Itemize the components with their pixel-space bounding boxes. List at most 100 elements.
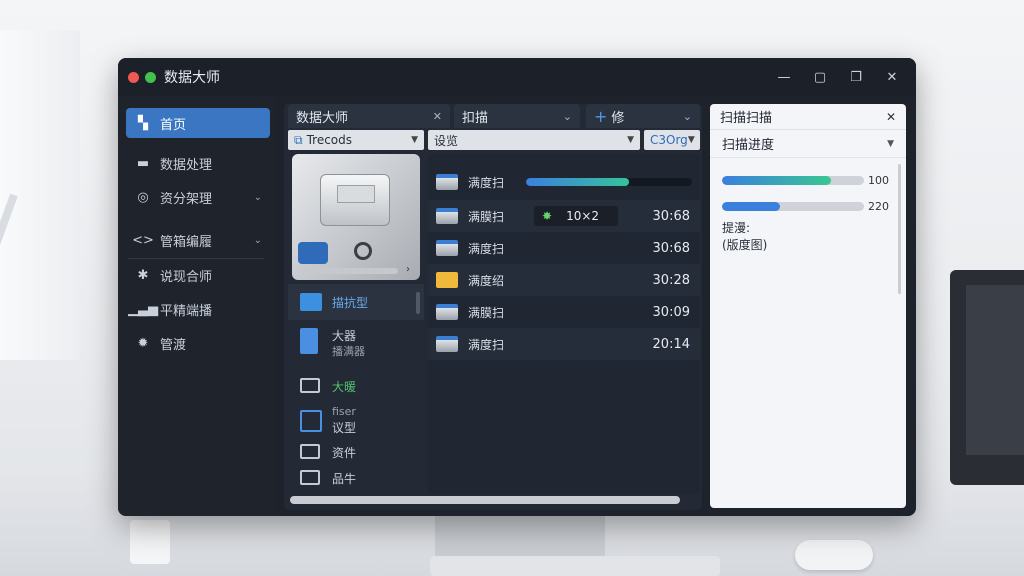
- tab-scan[interactable]: 扣描 ⌄: [454, 104, 580, 128]
- list-item[interactable]: 品牛: [288, 470, 424, 487]
- tab-data-master[interactable]: 数据大师 ✕: [288, 104, 450, 128]
- table-row[interactable]: 满度扫: [428, 166, 700, 198]
- copy-icon: ⧉: [294, 132, 303, 147]
- target-icon: ◎: [137, 189, 149, 205]
- chevron-down-icon: ▼: [411, 135, 418, 145]
- list-item[interactable]: 大器 播满器: [288, 328, 424, 360]
- row-progress-bar: [526, 178, 692, 186]
- folder-icon: [300, 378, 320, 393]
- row-value: 30:68: [652, 240, 690, 256]
- list-item[interactable]: 大暖: [288, 378, 424, 395]
- drive-icon: [436, 304, 458, 320]
- panel-title: 扫描扫描: [720, 111, 773, 126]
- close-button[interactable]: ✕: [884, 70, 900, 85]
- table-row[interactable]: 满度扫 30:68: [428, 232, 700, 264]
- org-dropdown[interactable]: C3Org ▼: [644, 130, 700, 150]
- sidebar-item-platform[interactable]: ▁▃▅ 平精端播: [126, 294, 270, 324]
- file-list-scrollbar[interactable]: [416, 292, 420, 314]
- window-controls: — ▢ ❐ ✕: [776, 70, 900, 85]
- sidebar-item-home[interactable]: ▚ 首页: [126, 108, 270, 138]
- background-mouse: [795, 540, 873, 570]
- dropdown-label: C3Org: [650, 133, 688, 147]
- records-dropdown[interactable]: ⧉ Trecods ▼: [288, 130, 424, 150]
- panel-scrollbar[interactable]: [898, 164, 901, 294]
- sidebar: ▚ 首页 ▬ 数据处理 ◎ 资分架理 ⌄ <> 管箱编履 ⌄ ✱ 说现合师 ▁▃…: [118, 96, 276, 516]
- sidebar-item-label: 平精端播: [160, 303, 213, 319]
- sidebar-item-settings[interactable]: ✹ 管渡: [126, 328, 270, 358]
- background-monitor-screen: [966, 285, 1024, 455]
- gear-icon: ✱: [137, 267, 149, 283]
- note-line: 提漫:: [722, 221, 751, 235]
- star-icon: ✸: [542, 209, 553, 223]
- sidebar-item-data[interactable]: ▬ 数据处理: [126, 148, 270, 178]
- sidebar-item-label: 首页: [160, 117, 187, 133]
- sidebar-item-manage[interactable]: <> 管箱编履 ⌄: [126, 225, 270, 255]
- horizontal-scrollbar[interactable]: [290, 496, 680, 504]
- view-dropdown[interactable]: 设览 ▼: [428, 130, 640, 150]
- list-item[interactable]: 描抗型: [288, 284, 424, 320]
- row-value: 30:28: [652, 272, 690, 288]
- dropdown-label: 设览: [434, 133, 459, 148]
- file-label: fiser: [332, 405, 356, 418]
- progress-fill: [722, 176, 832, 185]
- zoom-dot[interactable]: [145, 71, 156, 83]
- window-traffic-lights: [128, 71, 156, 83]
- preview-scrollbar[interactable]: [302, 268, 398, 274]
- row-value: 30:09: [652, 304, 690, 320]
- background-monitor-stand: [435, 512, 605, 558]
- table-row[interactable]: 满度扫 20:14: [428, 328, 700, 360]
- panel-progress-bar: [722, 176, 864, 185]
- dropdown-label: 扫描进度: [722, 138, 775, 153]
- drive-preview: ›: [292, 154, 420, 280]
- drive-icon: [436, 208, 458, 224]
- maximize-button[interactable]: ▢: [812, 70, 828, 85]
- background-cup: [130, 520, 170, 564]
- note-line: (版度图): [722, 238, 768, 252]
- scan-list: 满度扫 满膜扫 ✸ 10×2 30:68 满度扫 30:68 满度绍 30:28…: [428, 154, 700, 494]
- row-name: 满度扫: [468, 241, 505, 256]
- sidebar-item-label: 数据处理: [160, 157, 213, 173]
- scan-progress-dropdown[interactable]: 扫描进度 ▼: [710, 130, 906, 158]
- row-name: 满度扫: [468, 175, 505, 190]
- chevron-down-icon: ⌄: [253, 191, 262, 203]
- home-icon: ▚: [138, 115, 148, 131]
- file-sublabel: 议型: [332, 421, 357, 435]
- chevron-right-icon[interactable]: ›: [406, 264, 410, 275]
- sidebar-item-label: 资分架理: [160, 191, 213, 207]
- chevron-down-icon: ▼: [627, 135, 634, 145]
- drive-badge-icon: [298, 242, 328, 264]
- list-item[interactable]: 资件: [288, 444, 424, 461]
- chevron-down-icon: ▼: [887, 138, 894, 149]
- title-bar: 数据大师 — ▢ ❐ ✕: [118, 58, 916, 96]
- file-sublabel: 播满器: [332, 345, 365, 358]
- hard-drive-icon: [320, 174, 390, 226]
- close-dot[interactable]: [128, 71, 139, 83]
- restore-button[interactable]: ❐: [848, 70, 864, 85]
- row-name: 满度绍: [468, 273, 505, 288]
- sidebar-item-resources[interactable]: ◎ 资分架理 ⌄: [126, 182, 270, 212]
- progress-value: 100: [868, 174, 889, 187]
- chart-icon: ▁▃▅: [128, 301, 158, 317]
- ring-icon: [354, 242, 372, 260]
- chevron-down-icon: ⌄: [682, 109, 692, 123]
- chevron-down-icon: ▼: [687, 135, 695, 145]
- list-item[interactable]: fiser 议型: [288, 404, 424, 436]
- close-icon[interactable]: ✕: [886, 110, 896, 124]
- background-keyboard: [430, 556, 720, 576]
- sidebar-item-service[interactable]: ✱ 说现合师: [126, 260, 270, 290]
- folder-icon: [300, 470, 320, 485]
- table-row[interactable]: 满膜扫 ✸ 10×2 30:68: [428, 200, 700, 232]
- panel-progress-row: 100: [722, 174, 890, 187]
- close-icon[interactable]: ✕: [433, 110, 442, 123]
- tab-add[interactable]: + 修 ⌄: [586, 104, 700, 128]
- sidebar-divider: [128, 258, 264, 259]
- table-row[interactable]: 满膜扫 30:09: [428, 296, 700, 328]
- sidebar-item-label: 管箱编履: [160, 234, 213, 250]
- folder-icon: ▬: [136, 155, 150, 171]
- code-icon: <>: [132, 232, 154, 248]
- tab-label: 扣描: [462, 110, 489, 126]
- minimize-button[interactable]: —: [776, 70, 792, 85]
- document-icon: [300, 410, 322, 432]
- row-name: 满膜扫: [468, 209, 505, 224]
- table-row[interactable]: 满度绍 30:28: [428, 264, 700, 296]
